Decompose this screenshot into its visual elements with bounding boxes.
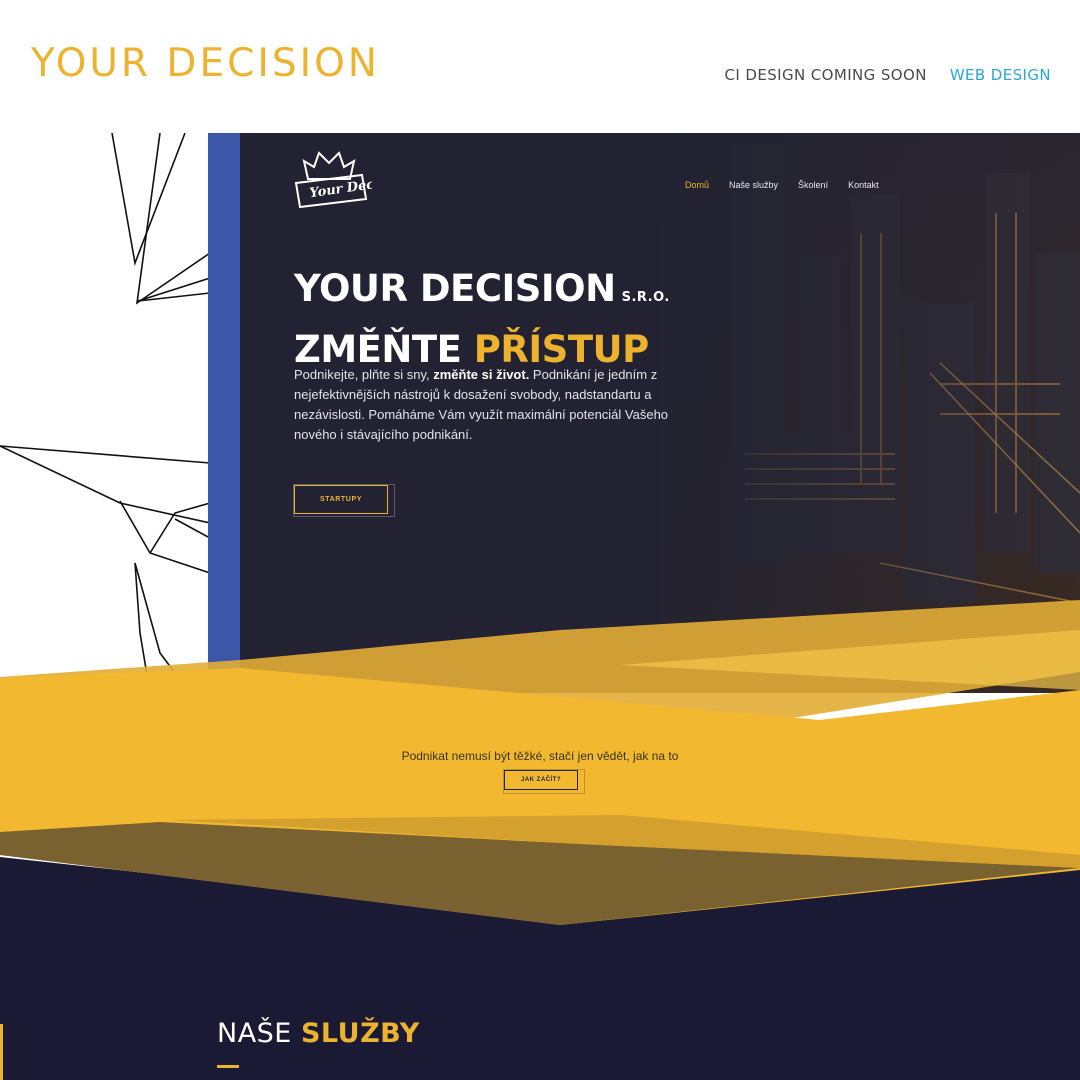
services-heading-a: NAŠE: [217, 1018, 292, 1049]
brand-title: YOUR DECISION: [31, 41, 380, 86]
site-nav-contact[interactable]: Kontakt: [848, 180, 879, 190]
portfolio-header: YOUR DECISION CI DESIGN COMING SOON WEB …: [0, 0, 1080, 133]
jak-zacit-button[interactable]: JAK ZAČÍT?: [503, 769, 585, 794]
hero-title-main: YOUR DECISION: [294, 266, 616, 310]
hero-text-part1: Podnikejte, plňte si sny,: [294, 367, 434, 382]
hero-text-bold: změňte si život.: [433, 367, 530, 382]
portfolio-nav: CI DESIGN COMING SOON WEB DESIGN: [725, 66, 1051, 84]
hero-description: Podnikejte, plňte si sny, změňte si živo…: [294, 365, 714, 445]
hero-title-suffix: S.R.O.: [621, 289, 670, 305]
site-nav: Domů Naše služby Školení Kontakt: [685, 180, 879, 190]
site-nav-training[interactable]: Školení: [798, 180, 828, 190]
nav-web-design[interactable]: WEB DESIGN: [950, 66, 1051, 84]
your-decision-logo[interactable]: Your Decision: [286, 149, 372, 215]
cta-text: Podnikat nemusí být těžké, stačí jen věd…: [401, 749, 679, 763]
hero-title: YOUR DECISION S.R.O.: [294, 270, 670, 307]
angled-bands: [0, 600, 1080, 1080]
site-nav-services[interactable]: Naše služby: [729, 180, 778, 190]
left-accent-mark: [0, 1024, 3, 1080]
site-nav-home[interactable]: Domů: [685, 180, 709, 190]
services-heading-b: SLUŽBY: [300, 1018, 420, 1049]
services-underline: [217, 1065, 239, 1068]
nav-ci-design[interactable]: CI DESIGN COMING SOON: [725, 66, 927, 84]
hero-subtitle: ZMĚŇTE PŘÍSTUP: [294, 331, 649, 368]
services-heading: NAŠE SLUŽBY: [217, 1018, 420, 1049]
startupy-button[interactable]: STARTUPY: [293, 484, 395, 517]
